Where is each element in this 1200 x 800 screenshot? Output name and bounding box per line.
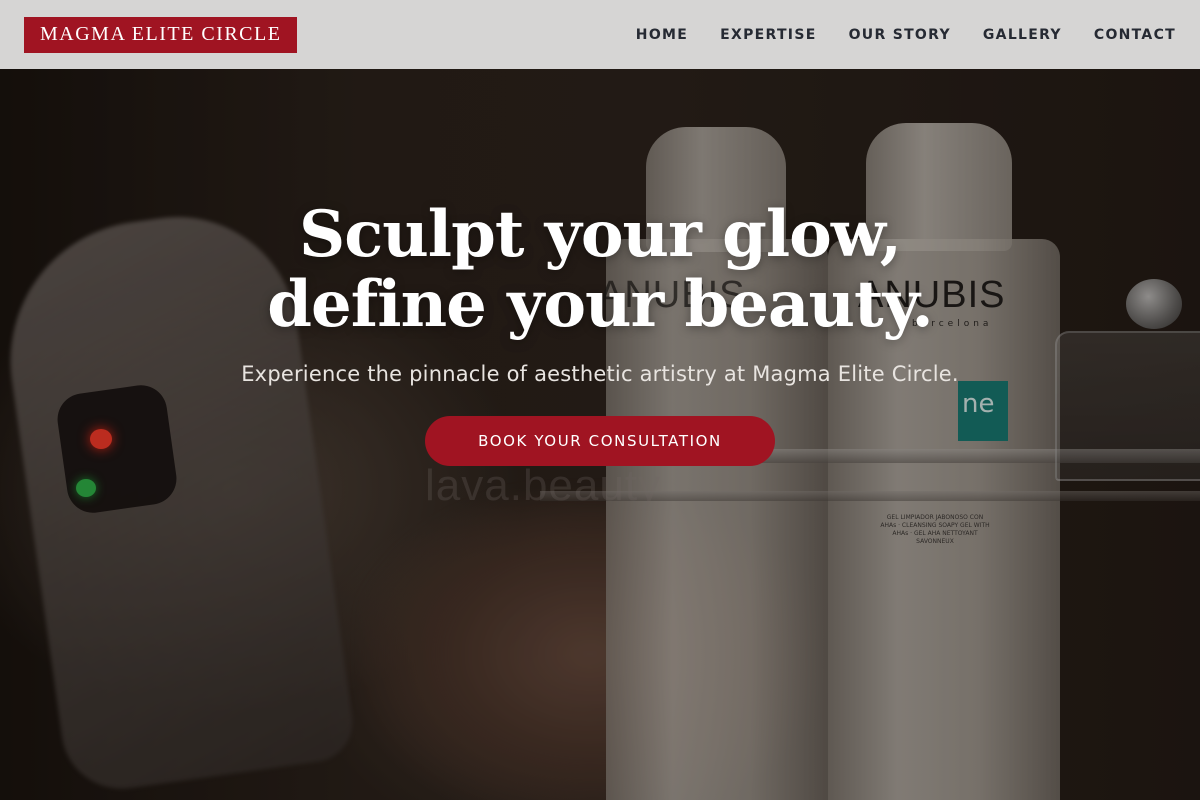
hero-content: Sculpt your glow, define your beauty. Ex… xyxy=(0,200,1200,466)
nav-expertise[interactable]: EXPERTISE xyxy=(720,27,816,43)
main-nav: HOME EXPERTISE OUR STORY GALLERY CONTACT xyxy=(636,27,1176,43)
site-header: MAGMA ELITE CIRCLE HOME EXPERTISE OUR ST… xyxy=(0,0,1200,69)
hero-title-line-1: Sculpt your glow, xyxy=(299,197,902,272)
hero-title-line-2: define your beauty. xyxy=(267,267,933,342)
nav-home[interactable]: HOME xyxy=(636,27,688,43)
brand-logo[interactable]: MAGMA ELITE CIRCLE xyxy=(24,16,298,53)
book-consultation-button[interactable]: BOOK YOUR CONSULTATION xyxy=(425,416,775,466)
nav-gallery[interactable]: GALLERY xyxy=(983,27,1062,43)
nav-our-story[interactable]: OUR STORY xyxy=(849,27,951,43)
hero-title: Sculpt your glow, define your beauty. xyxy=(0,200,1200,340)
hero-subtitle: Experience the pinnacle of aesthetic art… xyxy=(241,362,959,386)
nav-contact[interactable]: CONTACT xyxy=(1094,27,1176,43)
